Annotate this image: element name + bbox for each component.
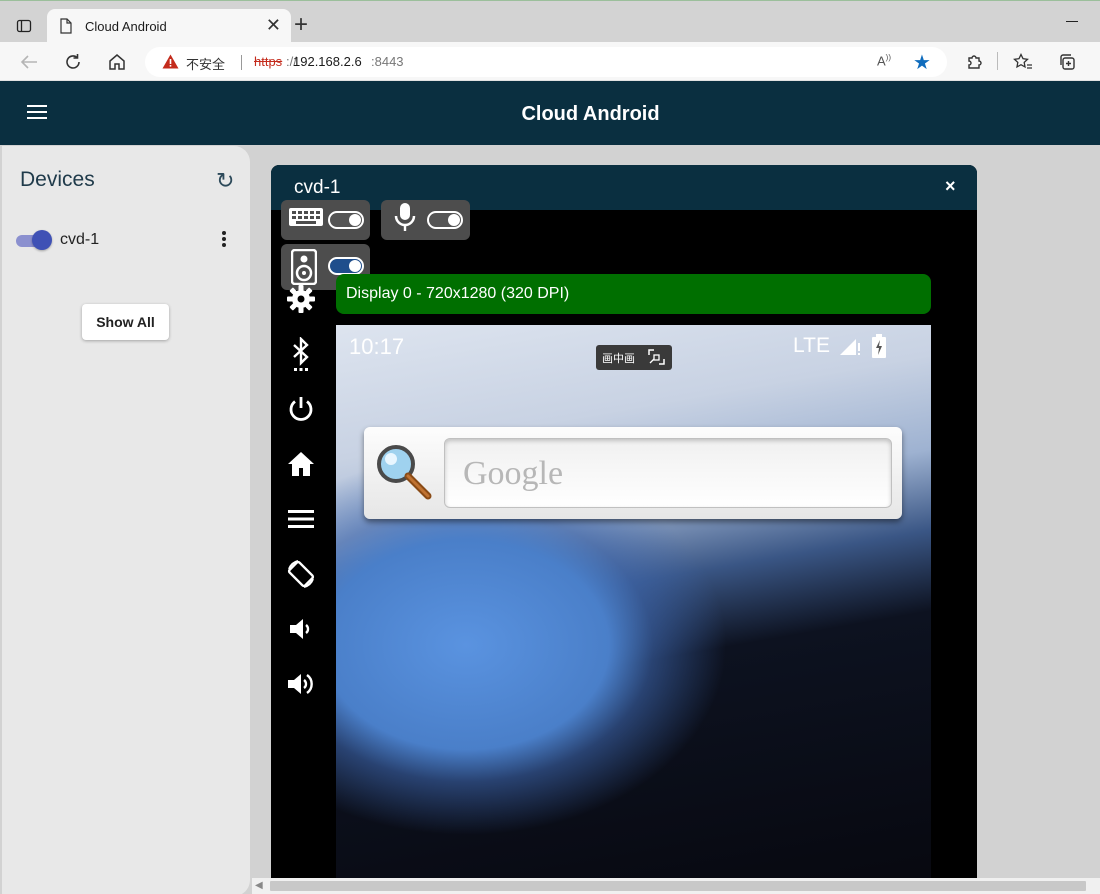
minimize-window-button[interactable] xyxy=(1062,13,1082,27)
rotate-icon[interactable] xyxy=(283,556,319,592)
home-icon[interactable] xyxy=(106,51,128,73)
devices-panel: Devices ↻ cvd-1 Show All xyxy=(2,146,250,894)
signal-icon xyxy=(839,336,861,361)
google-search-widget[interactable]: Google xyxy=(364,427,902,519)
device-window-header: cvd-1 × xyxy=(271,165,977,210)
pip-icon xyxy=(648,349,665,370)
display-info-bar: Display 0 - 720x1280 (320 DPI) xyxy=(336,274,931,314)
browser-tab-strip: Cloud Android ✕ + xyxy=(0,0,1100,43)
horizontal-scrollbar[interactable]: ◀ xyxy=(252,878,1100,894)
read-aloud-label: A xyxy=(877,53,886,69)
toolbar-divider xyxy=(997,52,998,70)
keyboard-control xyxy=(281,200,370,240)
keyboard-icon xyxy=(288,205,324,232)
more-options-icon[interactable] xyxy=(220,228,228,250)
microphone-control xyxy=(381,200,470,240)
browser-tab[interactable]: Cloud Android ✕ xyxy=(47,9,291,43)
tab-title: Cloud Android xyxy=(85,19,167,34)
tab-actions-icon[interactable] xyxy=(12,14,36,38)
device-window: cvd-1 × Display 0 - 720x1280 (320 DPI) 1… xyxy=(271,165,977,894)
status-bar-time: 10:17 xyxy=(349,334,405,359)
warning-icon xyxy=(162,54,179,74)
home-button-icon[interactable] xyxy=(283,446,319,482)
device-toggle[interactable] xyxy=(16,230,52,250)
microphone-icon xyxy=(393,203,417,238)
tab-close-button[interactable]: ✕ xyxy=(266,16,281,34)
settings-icon[interactable] xyxy=(283,281,319,317)
scrollbar-thumb[interactable] xyxy=(270,881,1086,891)
device-list-item[interactable]: cvd-1 xyxy=(2,224,250,256)
device-window-title: cvd-1 xyxy=(294,177,341,198)
favorite-star-icon[interactable]: ★ xyxy=(913,50,931,75)
browser-toolbar: 不安全 https :// 192.168.2.6 :8443 A)) ★ xyxy=(0,42,1100,81)
device-name: cvd-1 xyxy=(60,231,100,248)
address-bar[interactable]: 不安全 https :// 192.168.2.6 :8443 A)) ★ xyxy=(145,47,947,77)
url-port: :8443 xyxy=(371,54,404,69)
speaker-toggle[interactable] xyxy=(328,257,364,275)
show-all-button[interactable]: Show All xyxy=(82,304,169,340)
refresh-icon[interactable] xyxy=(62,51,84,73)
bluetooth-icon[interactable] xyxy=(283,336,319,372)
collections-icon[interactable] xyxy=(1056,51,1078,73)
volume-up-icon[interactable] xyxy=(283,666,319,702)
menu-button-icon[interactable] xyxy=(283,501,319,537)
refresh-devices-icon[interactable]: ↻ xyxy=(216,168,234,194)
url-scheme: https xyxy=(254,54,283,69)
pip-label: 画中画 xyxy=(602,353,635,365)
scroll-left-icon[interactable]: ◀ xyxy=(255,880,263,891)
app-header: Cloud Android xyxy=(0,81,1100,145)
favorites-icon[interactable] xyxy=(1012,51,1034,73)
read-aloud-icon[interactable]: A)) xyxy=(877,53,891,68)
new-tab-button[interactable]: + xyxy=(294,13,308,37)
close-window-button[interactable]: × xyxy=(945,176,956,197)
extensions-icon[interactable] xyxy=(963,51,985,73)
android-screen[interactable]: 10:17 画中画 LTE Google xyxy=(336,325,931,894)
microphone-toggle[interactable] xyxy=(427,211,463,229)
display-label: Display 0 - 720x1280 (320 DPI) xyxy=(346,285,570,302)
picture-in-picture-button[interactable]: 画中画 xyxy=(596,345,672,370)
volume-down-icon[interactable] xyxy=(283,611,319,647)
magnifier-search-icon[interactable] xyxy=(374,442,434,507)
power-icon[interactable] xyxy=(283,391,319,427)
battery-icon xyxy=(872,334,886,363)
network-type: LTE xyxy=(793,334,830,357)
google-logo-text: Google xyxy=(463,455,564,492)
keyboard-toggle[interactable] xyxy=(328,211,364,229)
devices-title: Devices xyxy=(20,168,95,191)
url-host: 192.168.2.6 xyxy=(293,54,362,69)
app-title: Cloud Android xyxy=(521,103,660,125)
page-icon xyxy=(59,18,73,39)
back-arrow-icon[interactable] xyxy=(18,51,40,73)
address-divider xyxy=(241,55,242,70)
search-input[interactable]: Google xyxy=(444,438,892,508)
security-status[interactable]: 不安全 xyxy=(186,54,225,73)
